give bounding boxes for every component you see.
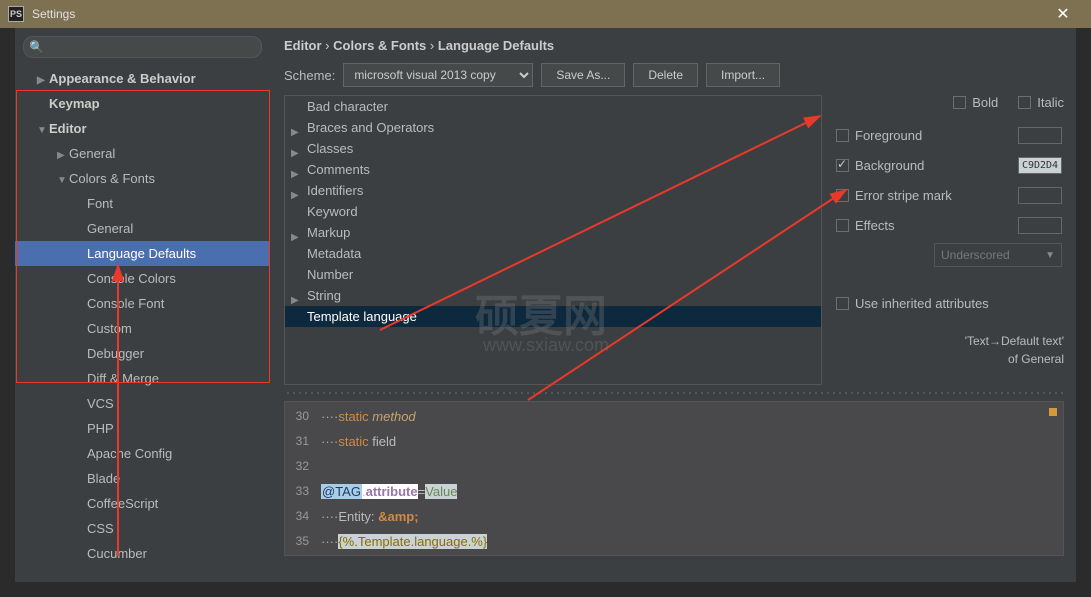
code-preview: 303132333435 ····static method ····stati…	[284, 401, 1064, 556]
app-icon: PS	[8, 6, 24, 22]
search-input[interactable]	[23, 36, 262, 58]
splitter[interactable]	[284, 389, 1064, 397]
tree-item[interactable]: Apache Config	[15, 441, 270, 466]
tree-item[interactable]: Debugger	[15, 341, 270, 366]
attributes-panel: Bold Italic Foreground Background C9D2D4…	[836, 95, 1064, 385]
category-row[interactable]: ▶Markup	[285, 222, 821, 243]
stripe-swatch[interactable]	[1018, 187, 1062, 204]
category-row[interactable]: Metadata	[285, 243, 821, 264]
background-swatch[interactable]: C9D2D4	[1018, 157, 1062, 174]
effects-checkbox[interactable]: Effects	[836, 218, 895, 233]
import-button[interactable]: Import...	[706, 63, 780, 87]
category-row[interactable]: ▶Identifiers	[285, 180, 821, 201]
inherit-source: 'Text→Default text'	[836, 334, 1064, 348]
tree-item[interactable]: Font	[15, 191, 270, 216]
category-row[interactable]: ▶Braces and Operators	[285, 117, 821, 138]
tree-item[interactable]: CoffeeScript	[15, 491, 270, 516]
tree-item[interactable]: ▶Appearance & Behavior	[15, 66, 270, 91]
breadcrumb: Editor › Colors & Fonts › Language Defau…	[284, 38, 1064, 53]
category-row[interactable]: Bad character	[285, 96, 821, 117]
effects-type-select[interactable]: Underscored▼	[934, 243, 1062, 267]
tree-item[interactable]: PHP	[15, 416, 270, 441]
main-panel: Editor › Colors & Fonts › Language Defau…	[270, 28, 1076, 582]
category-row[interactable]: ▶Comments	[285, 159, 821, 180]
watermark-url: www.sxiaw.com	[483, 335, 609, 356]
tree-item[interactable]: VCS	[15, 391, 270, 416]
search-icon: 🔍	[29, 40, 44, 54]
tree-item[interactable]: Console Font	[15, 291, 270, 316]
tree-item[interactable]: General	[15, 216, 270, 241]
titlebar: PS Settings ✕	[0, 0, 1091, 28]
tree-item[interactable]: ▶General	[15, 141, 270, 166]
scheme-label: Scheme:	[284, 68, 335, 83]
tree-item[interactable]: Custom	[15, 316, 270, 341]
tree-item[interactable]: Cucumber	[15, 541, 270, 566]
tree-item[interactable]: Blade	[15, 466, 270, 491]
inherit-link-row: of General	[836, 352, 1064, 366]
background-checkbox[interactable]: Background	[836, 158, 924, 173]
general-link[interactable]: General	[1021, 352, 1064, 366]
tree-item[interactable]: Language Defaults	[15, 241, 270, 266]
window-title: Settings	[32, 7, 75, 21]
tree-item[interactable]: Keymap	[15, 91, 270, 116]
sidebar: 🔍 ▶Appearance & BehaviorKeymap▼Editor▶Ge…	[15, 28, 270, 582]
tree-item[interactable]: ▼Editor	[15, 116, 270, 141]
bold-checkbox[interactable]: Bold	[953, 95, 998, 110]
close-icon[interactable]: ✕	[1043, 4, 1083, 24]
category-row[interactable]: Keyword	[285, 201, 821, 222]
effects-swatch[interactable]	[1018, 217, 1062, 234]
preview-marker	[1049, 408, 1057, 416]
tree-item[interactable]: Console Colors	[15, 266, 270, 291]
tree-item[interactable]: CSS	[15, 516, 270, 541]
stripe-checkbox[interactable]: Error stripe mark	[836, 188, 952, 203]
scheme-select[interactable]: microsoft visual 2013 copy	[343, 63, 533, 87]
tree-item[interactable]: Diff & Merge	[15, 366, 270, 391]
foreground-swatch[interactable]	[1018, 127, 1062, 144]
italic-checkbox[interactable]: Italic	[1018, 95, 1064, 110]
save-as-button[interactable]: Save As...	[541, 63, 625, 87]
foreground-checkbox[interactable]: Foreground	[836, 128, 922, 143]
inherited-checkbox[interactable]: Use inherited attributes	[836, 296, 989, 311]
delete-button[interactable]: Delete	[633, 63, 698, 87]
tree-item[interactable]: ▼Colors & Fonts	[15, 166, 270, 191]
category-row[interactable]: ▶Classes	[285, 138, 821, 159]
settings-tree[interactable]: ▶Appearance & BehaviorKeymap▼Editor▶Gene…	[15, 64, 270, 582]
